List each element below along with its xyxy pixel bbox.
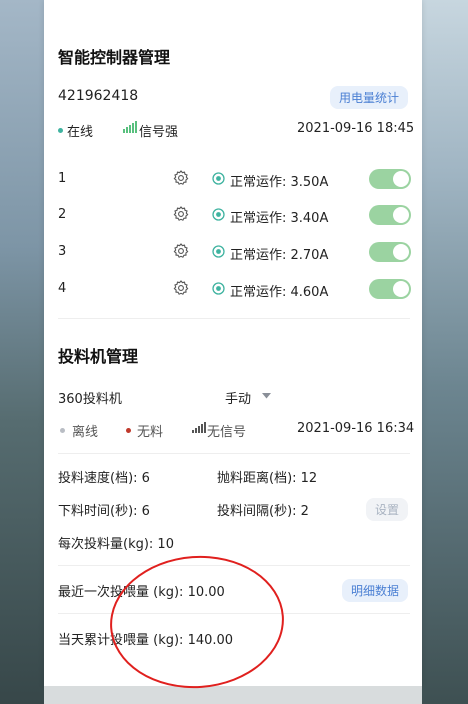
running-status-icon (212, 245, 225, 258)
channel-toggle[interactable] (369, 242, 411, 262)
throw-distance: 抛料距离(档): 12 (217, 471, 318, 486)
mode-select-value: 手动 (225, 392, 252, 407)
material-dot (126, 428, 131, 433)
channel-number: 2 (58, 207, 67, 222)
signal-strength: 信号强 (139, 125, 179, 140)
panel-bottom-edge (44, 686, 422, 704)
per-feed-amount: 每次投料量(kg): 10 (58, 537, 174, 552)
feeder-section-title: 投料机管理 (58, 347, 139, 366)
settings-button[interactable]: 设置 (366, 498, 409, 521)
offline-dot (60, 428, 65, 433)
toggle-knob (393, 244, 409, 260)
material-status: 无料 (137, 425, 164, 440)
toggle-knob (393, 171, 409, 187)
gear-icon[interactable] (173, 206, 189, 222)
feeder-timestamp: 2021-09-16 16:34 (297, 421, 415, 436)
gear-icon[interactable] (173, 280, 189, 296)
online-dot (58, 128, 63, 133)
channel-status: 正常运作: 3.40A (230, 211, 329, 226)
feeder-machine-name: 360投料机 (58, 392, 122, 407)
channel-toggle[interactable] (369, 279, 411, 299)
channel-toggle[interactable] (369, 205, 411, 225)
background-left (0, 0, 44, 704)
controller-timestamp: 2021-09-16 18:45 (297, 121, 415, 136)
channel-number: 4 (58, 281, 67, 296)
toggle-knob (393, 281, 409, 297)
running-status-icon (212, 172, 225, 185)
feed-time: 下料时间(秒): 6 (58, 504, 150, 519)
feed-interval: 投料间隔(秒): 2 (217, 504, 309, 519)
section-divider (58, 318, 410, 319)
online-status: 在线 (67, 125, 94, 140)
gear-icon[interactable] (173, 243, 189, 259)
controller-device-id: 421962418 (58, 88, 139, 104)
feeder-signal: 无信号 (207, 425, 247, 440)
toggle-knob (393, 207, 409, 223)
feed-speed: 投料速度(档): 6 (58, 471, 150, 486)
channel-status: 正常运作: 2.70A (230, 248, 329, 263)
running-status-icon (212, 208, 225, 221)
offline-status: 离线 (72, 425, 99, 440)
gear-icon[interactable] (173, 170, 189, 186)
background-right (422, 0, 468, 704)
no-signal-icon (192, 422, 206, 433)
channel-status: 正常运作: 3.50A (230, 175, 329, 190)
channel-number: 1 (58, 171, 67, 186)
power-stats-button[interactable]: 用电量统计 (330, 86, 409, 109)
channel-toggle[interactable] (369, 169, 411, 189)
channel-status: 正常运作: 4.60A (230, 285, 329, 300)
detail-data-button[interactable]: 明细数据 (342, 579, 409, 602)
controller-section-title: 智能控制器管理 (58, 48, 171, 67)
dropdown-arrow-icon (262, 393, 271, 399)
running-status-icon (212, 282, 225, 295)
channel-number: 3 (58, 244, 67, 259)
signal-strong-icon (123, 121, 137, 133)
section-divider (58, 453, 410, 454)
